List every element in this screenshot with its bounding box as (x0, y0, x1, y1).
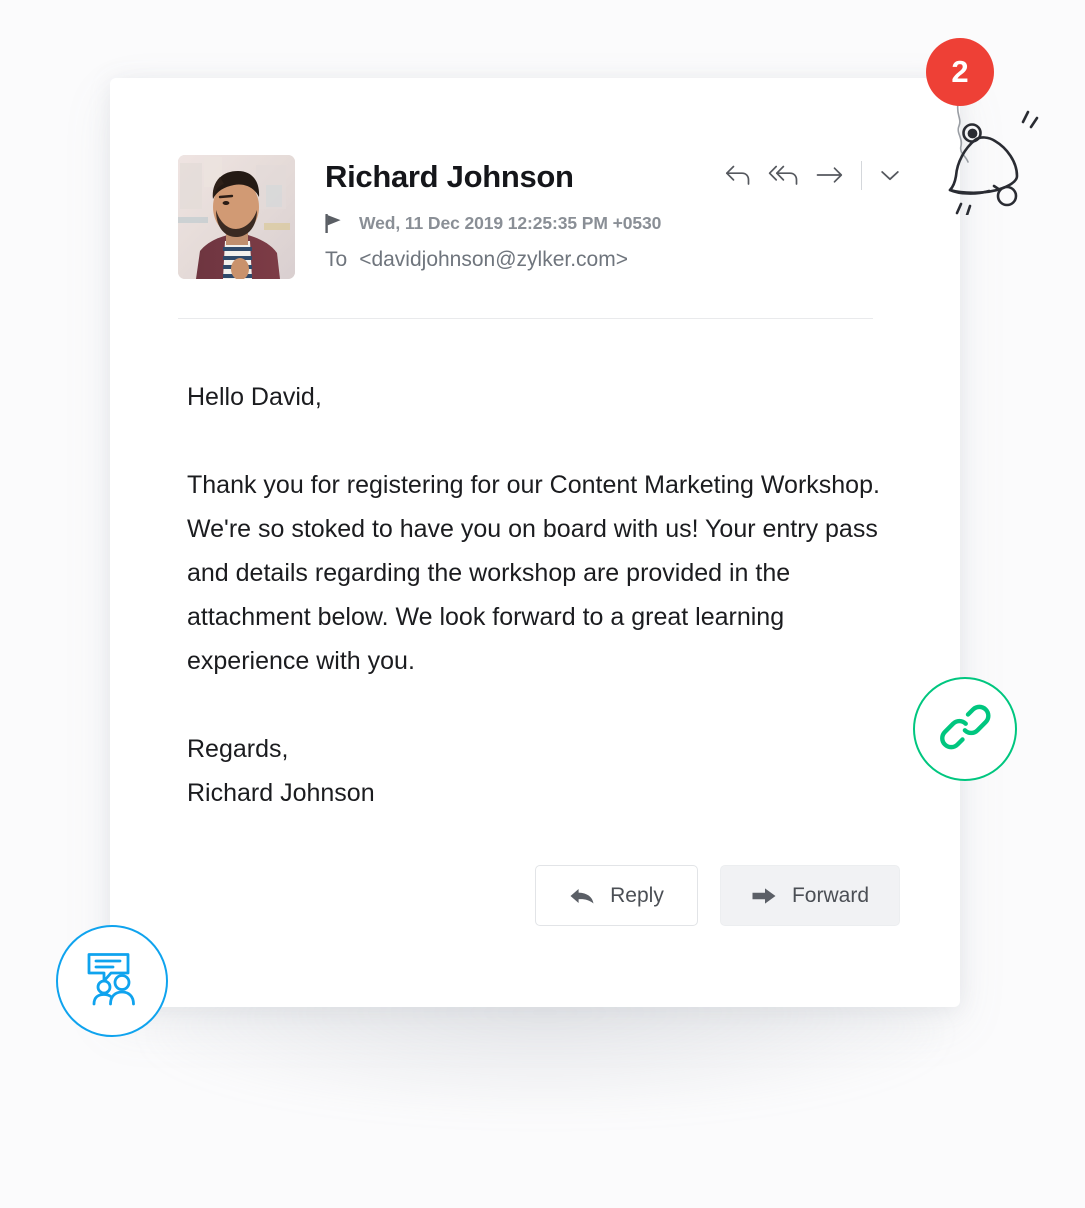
email-date: Wed, 11 Dec 2019 12:25:35 PM +0530 (359, 213, 662, 233)
recipient-address: <davidjohnson@zylker.com> (359, 248, 628, 271)
header-actions (715, 156, 910, 194)
signoff-text: Regards, (187, 735, 289, 763)
reply-button[interactable]: Reply (535, 865, 698, 926)
signature-name: Richard Johnson (187, 779, 375, 807)
body-signature: Regards, Richard Johnson (187, 727, 887, 815)
link-badge[interactable] (913, 677, 1017, 781)
email-body: Hello David, Thank you for registering f… (187, 375, 887, 815)
notification-count: 2 (951, 54, 969, 89)
reply-button-label: Reply (610, 883, 664, 907)
link-icon (939, 701, 991, 758)
forward-button-label: Forward (791, 883, 870, 907)
body-greeting: Hello David, (187, 383, 322, 411)
action-divider (861, 160, 862, 190)
date-row: Wed, 11 Dec 2019 12:25:35 PM +0530 (325, 213, 661, 234)
email-footer: Reply Forward (110, 865, 960, 926)
discussion-badge[interactable] (56, 925, 168, 1037)
avatar (178, 155, 295, 279)
to-label: To (325, 248, 348, 271)
group-chat-icon (83, 952, 141, 1011)
header-separator (178, 318, 873, 319)
forward-icon[interactable] (807, 156, 853, 194)
forward-button[interactable]: Forward (720, 865, 900, 926)
sender-info: Richard Johnson Wed, 11 Dec 2019 12:25:3… (325, 155, 661, 272)
reply-arrow-icon (569, 886, 595, 906)
email-card: Richard Johnson Wed, 11 Dec 2019 12:25:3… (110, 78, 960, 1007)
reply-icon[interactable] (715, 156, 761, 194)
forward-arrow-icon (751, 886, 777, 906)
sender-name: Richard Johnson (325, 159, 574, 194)
reply-all-icon[interactable] (761, 156, 807, 194)
notification-badge[interactable]: 2 (926, 38, 994, 106)
chevron-down-icon[interactable] (870, 156, 910, 194)
body-paragraph: Thank you for registering for our Conten… (187, 471, 880, 675)
flag-icon (325, 213, 342, 234)
bell-icon (945, 100, 1060, 220)
recipient-row: To <davidjohnson@zylker.com> (325, 248, 661, 272)
